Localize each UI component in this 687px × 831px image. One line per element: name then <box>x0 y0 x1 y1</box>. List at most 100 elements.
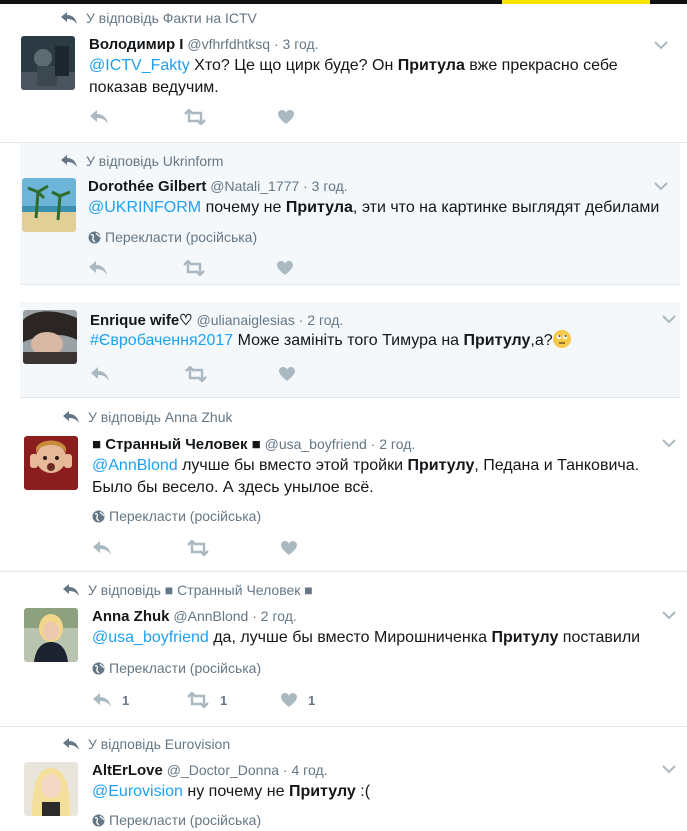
tweet-text: @AnnBlond лучше бы вместо этой тройки Пр… <box>92 455 662 499</box>
like-button[interactable] <box>276 260 294 276</box>
reply-context[interactable]: У відповідь Ukrinform <box>60 153 223 169</box>
tweet-item[interactable]: У відповідь Anna Zhuk ■ Странный Человек… <box>0 400 687 572</box>
avatar[interactable] <box>24 436 78 490</box>
tweet-text: @usa_boyfriend да, лучше бы вместо Мирош… <box>92 627 672 649</box>
reply-button[interactable]: 1 <box>92 692 186 708</box>
username[interactable]: @Natali_1777 <box>210 178 299 194</box>
username[interactable]: @AnnBlond <box>173 608 248 624</box>
translate-link[interactable]: Перекласти (російська) <box>92 508 261 524</box>
timestamp[interactable]: 2 год. <box>379 436 415 452</box>
reply-icon <box>91 367 109 381</box>
fullname[interactable]: AltErLove <box>92 762 163 779</box>
tweet-actions <box>92 540 298 556</box>
retweet-button[interactable] <box>183 109 277 125</box>
mention-link[interactable]: @UKRINFORM <box>88 199 201 216</box>
heart-icon <box>277 261 293 275</box>
fullname[interactable]: Володимир І <box>89 36 183 53</box>
translate-link[interactable]: Перекласти (російська) <box>92 812 261 828</box>
chevron-down-icon[interactable] <box>662 314 676 324</box>
tweet-actions <box>90 366 296 382</box>
timestamp[interactable]: 3 год. <box>283 36 319 52</box>
mention-link[interactable]: @AnnBlond <box>92 457 178 474</box>
chevron-down-icon[interactable] <box>662 438 676 448</box>
retweet-icon <box>187 540 209 556</box>
highlighted-term: Притулу <box>407 457 475 474</box>
tweet-actions <box>88 260 294 276</box>
highlighted-term: Притулу <box>491 629 559 646</box>
mention-link[interactable]: @ICTV_Fakty <box>89 57 190 74</box>
reply-context[interactable]: У відповідь Факти на ICTV <box>60 10 257 26</box>
retweet-button[interactable] <box>186 540 280 556</box>
reply-icon <box>90 110 108 124</box>
retweet-button[interactable] <box>182 260 276 276</box>
avatar[interactable] <box>24 762 78 816</box>
reply-context[interactable]: У відповідь Eurovision <box>62 736 230 752</box>
like-button[interactable]: 1 <box>280 692 315 708</box>
retweet-icon <box>184 109 206 125</box>
chevron-down-icon[interactable] <box>662 764 676 774</box>
timestamp[interactable]: 2 год. <box>261 608 297 624</box>
translate-link[interactable]: Перекласти (російська) <box>88 229 257 245</box>
reply-button[interactable] <box>92 540 186 556</box>
eye-roll-emoji-icon <box>552 330 571 348</box>
timestamp[interactable]: 4 год. <box>291 762 327 778</box>
tweet-item[interactable]: У відповідь Ukrinform Dorothée Gilbert @… <box>20 143 680 285</box>
avatar[interactable] <box>23 310 77 364</box>
avatar[interactable] <box>21 36 75 90</box>
mention-link[interactable]: #Євробачення2017 <box>90 332 233 349</box>
avatar[interactable] <box>24 608 78 662</box>
reply-count: 1 <box>122 692 130 708</box>
heart-icon <box>278 110 294 124</box>
fullname[interactable]: Anna Zhuk <box>92 608 170 625</box>
reply-button[interactable] <box>89 109 183 125</box>
tweet-item[interactable]: У відповідь Eurovision AltErLove @_Docto… <box>0 727 687 831</box>
globe-icon <box>92 510 105 522</box>
reply-context-label: У відповідь Eurovision <box>88 736 231 752</box>
reply-button[interactable] <box>90 366 184 382</box>
fullname[interactable]: ■ Странный Человек ■ <box>92 436 261 453</box>
username[interactable]: @_Doctor_Donna <box>167 762 279 778</box>
text-fragment: да, лучше бы вместо Мирошниченка <box>208 629 492 646</box>
text-fragment: , эти что на картинке выглядят дебилами <box>352 199 660 216</box>
tweet-header: Dorothée Gilbert @Natali_1777 · 3 год. <box>88 178 348 195</box>
timestamp[interactable]: 2 год. <box>307 312 343 328</box>
retweet-button[interactable] <box>184 366 278 382</box>
retweet-button[interactable]: 1 <box>186 692 280 708</box>
reply-context[interactable]: У відповідь ■ Странный Человек ■ <box>62 582 313 598</box>
chevron-down-icon[interactable] <box>662 610 676 620</box>
fullname[interactable]: Dorothée Gilbert <box>88 178 206 195</box>
tweet-header: AltErLove @_Doctor_Donna · 4 год. <box>92 762 328 779</box>
tweet-item[interactable]: У відповідь Факти на ICTV Володимир І @v… <box>0 4 687 143</box>
like-button[interactable] <box>278 366 296 382</box>
mention-link[interactable]: @usa_boyfriend <box>92 629 209 646</box>
username[interactable]: @ulianaiglesias <box>197 312 295 328</box>
chevron-down-icon[interactable] <box>654 40 668 50</box>
retweet-icon <box>183 260 205 276</box>
highlighted-term: Притулу <box>288 783 356 800</box>
like-button[interactable] <box>280 540 298 556</box>
username[interactable]: @usa_boyfriend <box>265 436 367 452</box>
separator: · <box>273 36 279 52</box>
tweet-header: Володимир І @vfhrfdhtksq · 3 год. <box>89 36 319 53</box>
timestamp[interactable]: 3 год. <box>312 178 348 194</box>
text-fragment: почему не <box>201 199 286 216</box>
translate-link[interactable]: Перекласти (російська) <box>92 660 261 676</box>
avatar[interactable] <box>22 178 76 232</box>
text-fragment: Хто? Це що цирк буде? Он <box>189 57 398 74</box>
mention-link[interactable]: @Eurovision <box>92 783 183 800</box>
reply-icon <box>93 541 111 555</box>
tweet-actions <box>89 109 295 125</box>
tweet-item[interactable]: Enrique wife♡ @ulianaiglesias · 2 год. #… <box>20 302 680 398</box>
chevron-down-icon[interactable] <box>654 181 668 191</box>
reply-context[interactable]: У відповідь Anna Zhuk <box>62 409 232 425</box>
tweet-header: Anna Zhuk @AnnBlond · 2 год. <box>92 608 297 625</box>
text-fragment: :( <box>355 783 371 800</box>
like-button[interactable] <box>277 109 295 125</box>
text-fragment: лучше бы вместо этой тройки <box>177 457 408 474</box>
fullname[interactable]: Enrique wife♡ <box>90 312 193 329</box>
reply-arrow-icon <box>63 411 79 423</box>
username[interactable]: @vfhrfdhtksq <box>187 36 270 52</box>
tweet-item[interactable]: У відповідь ■ Странный Человек ■ Anna Zh… <box>0 572 687 727</box>
reply-button[interactable] <box>88 260 182 276</box>
reply-context-label: У відповідь Anna Zhuk <box>88 409 233 425</box>
